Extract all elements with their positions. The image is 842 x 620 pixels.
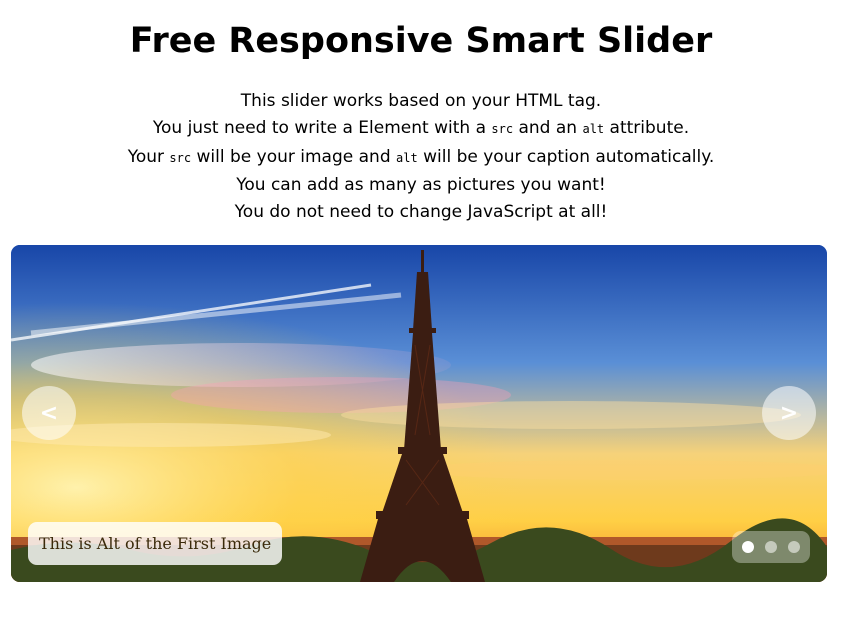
intro-line-2-part-c: attribute. <box>604 118 690 139</box>
intro-line-1: This slider works based on your HTML tag… <box>240 91 602 111</box>
slide-indicators <box>732 531 810 563</box>
intro-line-2-part-b: and an <box>513 118 583 139</box>
slide-caption: This is Alt of the First Image <box>28 522 283 565</box>
previous-slide-button[interactable]: < <box>22 386 76 440</box>
page-title: Free Responsive Smart Slider <box>129 21 713 61</box>
intro-line-3: Your src will be your image and alt will… <box>0 144 842 172</box>
intro-line-4: You can add as many as pictures you want… <box>236 174 606 195</box>
intro-line-3-part-a: Your <box>127 146 170 167</box>
next-slide-button[interactable]: > <box>762 386 816 440</box>
src-code: src <box>169 150 192 165</box>
alt-code: alt <box>582 122 605 137</box>
intro-line-3-part-b: will be your image and <box>191 146 397 167</box>
src-code: src <box>491 122 514 137</box>
slide-dot-2[interactable] <box>765 541 777 553</box>
alt-code: alt <box>396 150 418 165</box>
slide-dot-1[interactable] <box>742 541 754 553</box>
intro-line-5: You do not need to change JavaScript at … <box>234 202 608 223</box>
intro-line-3-part-c: will be your caption automatically. <box>417 146 715 167</box>
intro-line-2-part-a: You just need to write a Element with a <box>152 118 492 139</box>
intro-line-2: You just need to write a Element with a … <box>0 115 842 143</box>
intro-text: This slider works based on your HTML tag… <box>0 88 842 226</box>
image-slider[interactable]: < > This is Alt of the First Image <box>11 245 827 582</box>
slide-dot-3[interactable] <box>788 541 800 553</box>
